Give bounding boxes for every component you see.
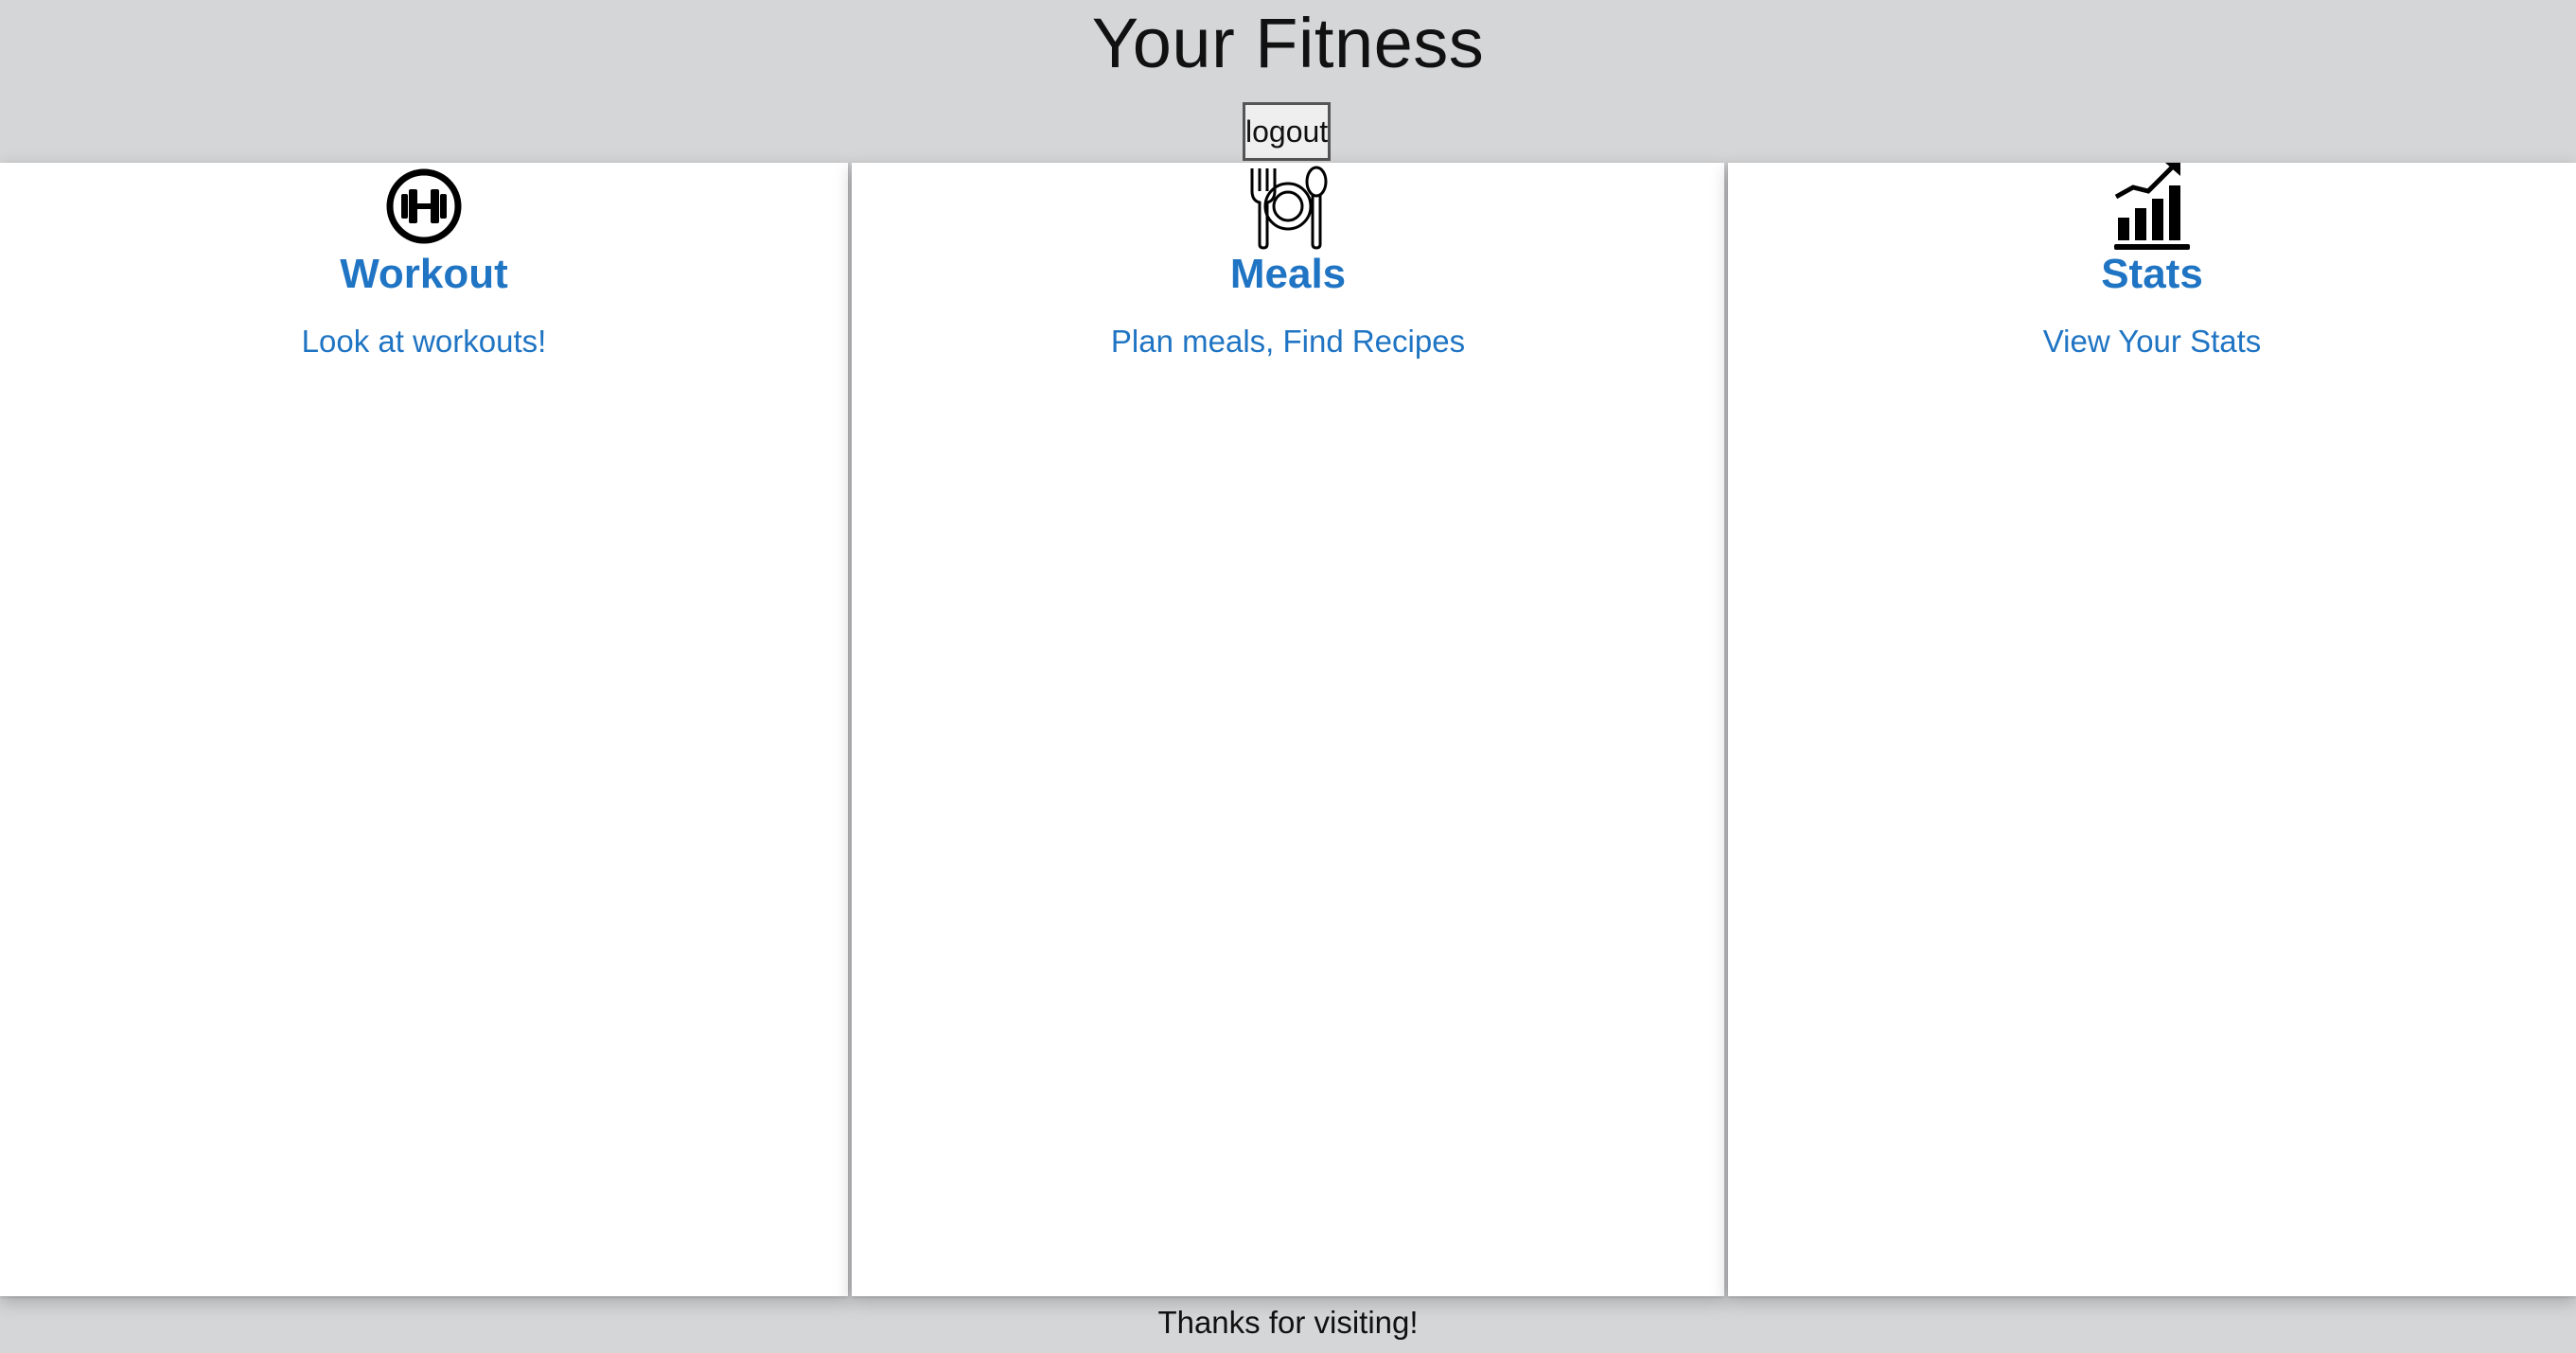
logout-button[interactable]: logout (1243, 102, 1331, 161)
dumbbell-icon (386, 168, 462, 244)
stats-card[interactable]: Stats View Your Stats (1728, 163, 2576, 1296)
page-title: Your Fitness (1091, 4, 1485, 82)
card-title: Workout (340, 251, 508, 297)
card-row: Workout Look at workouts! Meals Plan mea… (0, 163, 2576, 1296)
header: Your Fitness logout (0, 0, 2576, 163)
meals-card[interactable]: Meals Plan meals, Find Recipes (852, 163, 1724, 1296)
footer-text: Thanks for visiting! (1157, 1305, 1419, 1340)
card-subtitle: Look at workouts! (301, 324, 547, 359)
card-subtitle: Plan meals, Find Recipes (1110, 324, 1466, 359)
plate-cutlery-icon (1250, 166, 1328, 250)
card-title: Stats (2101, 251, 2203, 297)
card-title: Meals (1229, 251, 1347, 297)
bar-chart-trend-icon (2114, 163, 2190, 250)
page: Your Fitness logout Workout Look at work… (0, 0, 2576, 1353)
card-subtitle: View Your Stats (2042, 324, 2262, 359)
workout-card[interactable]: Workout Look at workouts! (0, 163, 848, 1296)
